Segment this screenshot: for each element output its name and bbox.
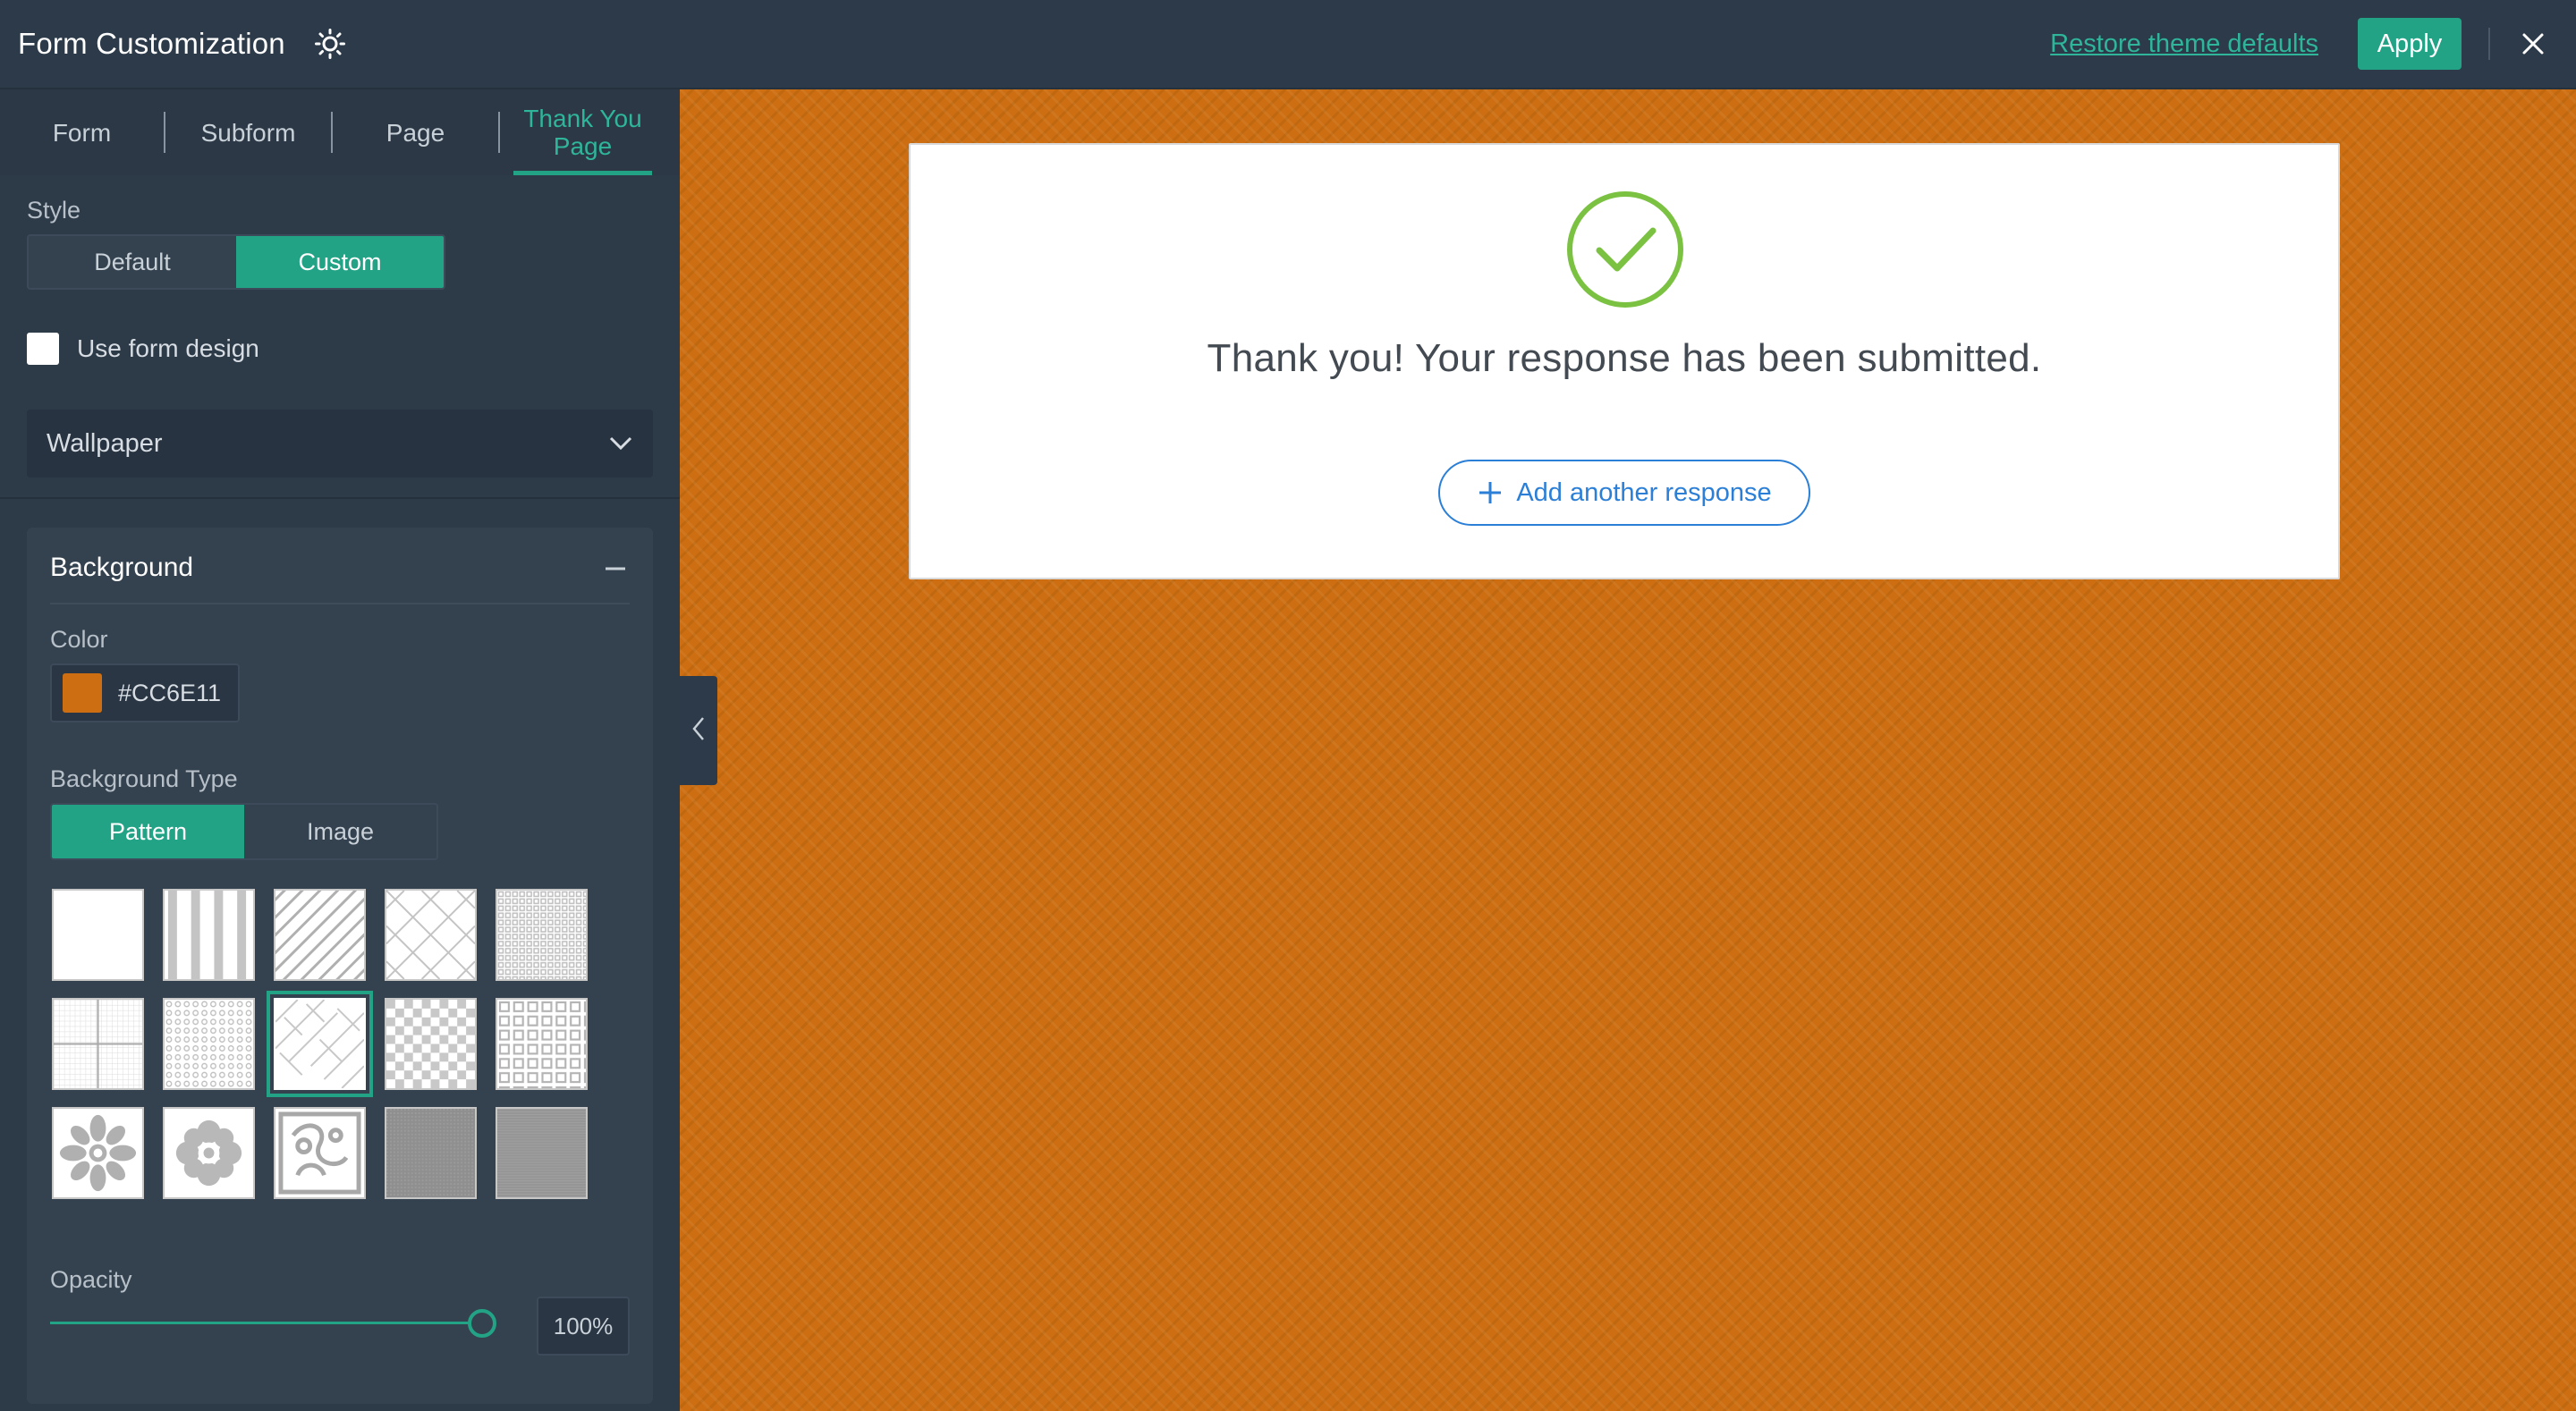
- tab-form[interactable]: Form: [0, 89, 164, 175]
- opacity-label: Opacity: [50, 1266, 132, 1293]
- tab-subform[interactable]: Subform: [165, 89, 331, 175]
- pattern-vertical-stripes[interactable]: [163, 889, 255, 981]
- pattern-large-grid[interactable]: [52, 998, 144, 1090]
- divider: [50, 603, 630, 604]
- pattern-grid: [52, 889, 624, 1199]
- divider: [0, 497, 680, 499]
- pattern-scroll-ornament[interactable]: [274, 1107, 366, 1199]
- pattern-plain-white[interactable]: [52, 889, 144, 981]
- use-form-design-label: Use form design: [77, 334, 259, 362]
- color-label: Color: [50, 626, 108, 653]
- pattern-diamond-lattice[interactable]: [385, 889, 477, 981]
- top-bar: Form Customization Restore theme default…: [0, 0, 2576, 89]
- chevron-left-icon: [691, 715, 706, 747]
- apply-button[interactable]: Apply: [2358, 18, 2462, 70]
- minus-icon[interactable]: [599, 553, 631, 585]
- pattern-fine-grid[interactable]: [496, 889, 588, 981]
- wallpaper-dropdown[interactable]: Wallpaper: [27, 410, 653, 477]
- background-type-image-option[interactable]: Image: [244, 805, 436, 858]
- add-another-response-button[interactable]: Add another response: [1438, 460, 1810, 526]
- pattern-dot-grid[interactable]: [163, 998, 255, 1090]
- style-toggle: Default Custom: [27, 234, 445, 290]
- pattern-diagonal-lines[interactable]: [274, 889, 366, 981]
- checkmark-circle-icon: [1565, 190, 1685, 309]
- restore-theme-defaults-link[interactable]: Restore theme defaults: [2050, 30, 2318, 59]
- pattern-checkerboard[interactable]: [385, 998, 477, 1090]
- thank-you-card: Thank you! Your response has been submit…: [909, 143, 2340, 579]
- chevron-down-icon: [608, 429, 633, 459]
- opacity-slider-track[interactable]: [50, 1322, 483, 1324]
- pattern-herringbone[interactable]: [267, 991, 373, 1097]
- background-type-pattern-option[interactable]: Pattern: [52, 805, 244, 858]
- page-title: Form Customization: [18, 27, 285, 60]
- color-swatch: [63, 673, 102, 713]
- background-type-label: Background Type: [50, 765, 238, 792]
- use-form-design-row: Use form design: [27, 333, 259, 365]
- opacity-slider-handle[interactable]: [468, 1309, 496, 1338]
- tab-page[interactable]: Page: [333, 89, 498, 175]
- sun-icon[interactable]: [312, 26, 348, 62]
- top-bar-actions: Restore theme defaults Apply: [2050, 0, 2576, 88]
- style-label: Style: [27, 197, 81, 224]
- divider: [2488, 28, 2490, 60]
- opacity-value-field[interactable]: 100%: [537, 1297, 630, 1356]
- color-picker[interactable]: #CC6E11: [50, 663, 240, 722]
- customization-sidebar: Form Subform Page Thank You Page Style D…: [0, 89, 680, 1411]
- thank-you-message: Thank you! Your response has been submit…: [1207, 336, 2042, 380]
- background-type-toggle: Pattern Image: [50, 803, 438, 860]
- pattern-gray-linen[interactable]: [385, 1107, 477, 1199]
- add-another-response-label: Add another response: [1516, 477, 1772, 507]
- close-icon[interactable]: [2506, 17, 2560, 71]
- plus-icon: [1477, 479, 1504, 506]
- pattern-square-dots[interactable]: [496, 998, 588, 1090]
- tab-thank-you-page[interactable]: Thank You Page: [500, 89, 665, 175]
- use-form-design-checkbox[interactable]: [27, 333, 59, 365]
- style-custom-option[interactable]: Custom: [236, 236, 444, 288]
- pattern-flower-ornament[interactable]: [52, 1107, 144, 1199]
- pattern-daisy-ornament[interactable]: [163, 1107, 255, 1199]
- wallpaper-dropdown-value: Wallpaper: [47, 428, 163, 458]
- pattern-gray-texture[interactable]: [496, 1107, 588, 1199]
- background-header: Background: [50, 553, 194, 582]
- tab-bar: Form Subform Page Thank You Page: [0, 89, 680, 175]
- style-default-option[interactable]: Default: [29, 236, 236, 288]
- color-value: #CC6E11: [118, 679, 222, 706]
- background-panel: Background Color #CC6E11 Background Type…: [27, 528, 653, 1404]
- collapse-sidebar-button[interactable]: [680, 676, 717, 785]
